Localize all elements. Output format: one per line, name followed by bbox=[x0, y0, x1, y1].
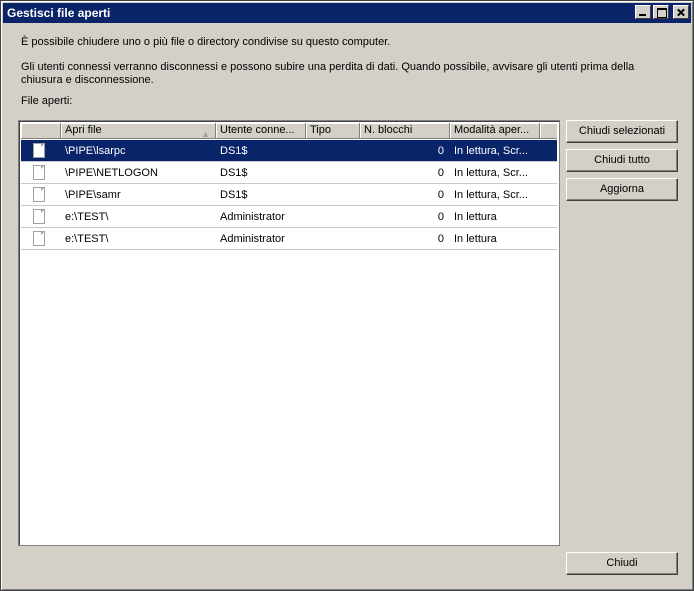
file-icon bbox=[33, 187, 45, 202]
locks-cell: 0 bbox=[437, 144, 444, 157]
file-icon bbox=[33, 231, 45, 246]
table-row[interactable]: e:\TEST\ Administrator 0 In lettura bbox=[21, 228, 557, 250]
sort-ascending-icon: ▲ bbox=[201, 129, 210, 139]
maximize-icon[interactable] bbox=[653, 5, 669, 19]
file-icon bbox=[33, 165, 45, 180]
title-bar[interactable]: Gestisci file aperti bbox=[3, 3, 691, 23]
table-row[interactable]: e:\TEST\ Administrator 0 In lettura bbox=[21, 206, 557, 228]
table-row[interactable]: \PIPE\lsarpc DS1$ 0 In lettura, Scr... bbox=[21, 140, 557, 162]
open-mode-cell: In lettura, Scr... bbox=[454, 144, 528, 157]
file-icon-cell bbox=[21, 231, 61, 246]
warning-text: Gli utenti connessi verranno disconnessi… bbox=[21, 61, 635, 86]
refresh-button[interactable]: Aggiorna bbox=[566, 178, 678, 201]
open-mode-cell: In lettura, Scr... bbox=[454, 188, 528, 201]
minimize-icon[interactable] bbox=[635, 5, 651, 19]
open-file-cell: e:\TEST\ bbox=[65, 232, 109, 245]
open-file-cell: \PIPE\NETLOGON bbox=[65, 166, 158, 179]
user-cell: Administrator bbox=[220, 210, 285, 223]
close-icon[interactable] bbox=[673, 5, 689, 19]
close-selected-button[interactable]: Chiudi selezionati bbox=[566, 120, 678, 143]
file-icon-cell bbox=[21, 209, 61, 224]
column-header-type[interactable]: Tipo bbox=[306, 123, 360, 139]
open-files-list[interactable]: Apri file ▲ Utente conne... Tipo N. bloc… bbox=[18, 120, 560, 546]
dialog-window: Gestisci file aperti È possibile chiuder… bbox=[0, 0, 694, 591]
column-header-user[interactable]: Utente conne... bbox=[216, 123, 306, 139]
close-button[interactable]: Chiudi bbox=[566, 552, 678, 575]
column-header-icon[interactable] bbox=[21, 123, 61, 139]
window-title: Gestisci file aperti bbox=[7, 6, 111, 20]
locks-cell: 0 bbox=[437, 188, 444, 201]
open-mode-cell: In lettura bbox=[454, 232, 497, 245]
locks-cell: 0 bbox=[437, 210, 444, 223]
column-header-spacer bbox=[540, 123, 557, 139]
open-mode-cell: In lettura bbox=[454, 210, 497, 223]
table-row[interactable]: \PIPE\samr DS1$ 0 In lettura, Scr... bbox=[21, 184, 557, 206]
user-cell: DS1$ bbox=[220, 166, 248, 179]
window-controls bbox=[635, 5, 689, 19]
file-icon bbox=[33, 209, 45, 224]
close-all-button[interactable]: Chiudi tutto bbox=[566, 149, 678, 172]
table-row[interactable]: \PIPE\NETLOGON DS1$ 0 In lettura, Scr... bbox=[21, 162, 557, 184]
user-cell: Administrator bbox=[220, 232, 285, 245]
open-mode-cell: In lettura, Scr... bbox=[454, 166, 528, 179]
locks-cell: 0 bbox=[437, 232, 444, 245]
open-file-cell: \PIPE\samr bbox=[65, 188, 121, 201]
column-header-locks[interactable]: N. blocchi bbox=[360, 123, 450, 139]
file-icon bbox=[33, 143, 45, 158]
file-icon-cell bbox=[21, 165, 61, 180]
column-header-open-mode[interactable]: Modalità aper... bbox=[450, 123, 540, 139]
file-icon-cell bbox=[21, 143, 61, 158]
user-cell: DS1$ bbox=[220, 144, 248, 157]
column-header-open-file[interactable]: Apri file ▲ bbox=[61, 123, 216, 139]
list-header: Apri file ▲ Utente conne... Tipo N. bloc… bbox=[21, 123, 557, 139]
locks-cell: 0 bbox=[437, 166, 444, 179]
file-icon-cell bbox=[21, 187, 61, 202]
open-file-cell: e:\TEST\ bbox=[65, 210, 109, 223]
open-file-cell: \PIPE\lsarpc bbox=[65, 144, 126, 157]
intro-text: È possibile chiudere uno o più file o di… bbox=[21, 36, 391, 48]
open-files-label: File aperti: bbox=[21, 95, 73, 107]
user-cell: DS1$ bbox=[220, 188, 248, 201]
